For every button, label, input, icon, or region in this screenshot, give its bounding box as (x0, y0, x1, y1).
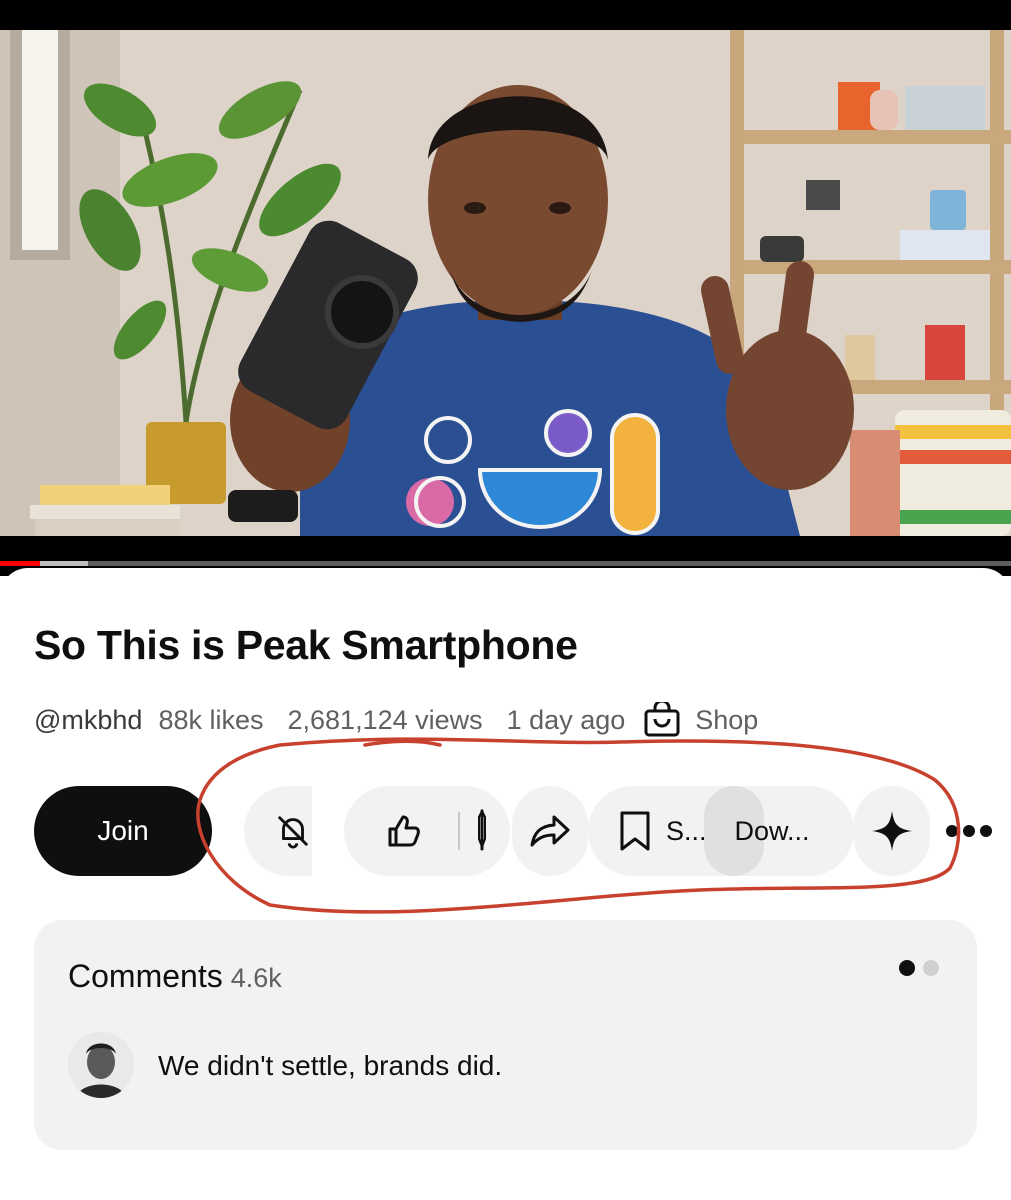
notifications-off-icon (278, 816, 308, 849)
video-title[interactable]: So This is Peak Smartphone (34, 622, 578, 669)
more-icon (946, 825, 992, 837)
thumbs-up-icon[interactable] (384, 811, 424, 851)
page-dot-active (899, 960, 915, 976)
like-divider (458, 812, 460, 850)
comments-pager-dots (899, 960, 939, 976)
top-comment-text: We didn't settle, brands did. (158, 1050, 503, 1081)
likes-count: 88k likes (158, 704, 264, 735)
video-meta-row: @mkbhd 88k likes 2,681,124 views 1 day a… (34, 702, 758, 738)
touch-ripple (704, 786, 764, 876)
video-progress-fill (0, 561, 41, 566)
shopping-bag-icon[interactable] (643, 702, 681, 738)
video-player[interactable] (0, 30, 1011, 536)
join-button[interactable]: Join (34, 786, 212, 876)
video-details-sheet: So This is Peak Smartphone @mkbhd 88k li… (0, 568, 1011, 1200)
commenter-avatar-image (68, 1032, 134, 1098)
video-progress-bar[interactable] (0, 561, 1011, 566)
status-bar-strip (0, 0, 1011, 30)
comments-label: Comments (68, 958, 223, 994)
bookmark-icon[interactable] (618, 809, 652, 853)
avatar[interactable] (68, 1032, 134, 1098)
shop-link[interactable]: Shop (695, 705, 758, 736)
like-dislike-group (344, 786, 510, 876)
channel-handle[interactable]: @mkbhd (34, 705, 142, 736)
sparkle-icon (872, 811, 912, 851)
more-actions-button[interactable] (944, 786, 994, 876)
ask-ai-button[interactable] (854, 786, 930, 876)
page-dot-inactive (923, 960, 939, 976)
share-button[interactable] (512, 786, 588, 876)
upload-age: 1 day ago (506, 704, 626, 735)
save-button[interactable]: S... (666, 816, 707, 847)
save-download-group: S... Dow... (588, 786, 854, 876)
comments-count: 4.6k (230, 963, 282, 993)
share-icon (530, 815, 570, 847)
comments-heading: Comments 4.6k (68, 958, 282, 995)
notifications-button[interactable] (244, 786, 312, 876)
comments-card[interactable]: Comments 4.6k We didn't settle, brands di… (34, 920, 977, 1150)
view-count: 2,681,124 views (287, 704, 483, 735)
thumbs-down-icon[interactable] (474, 809, 490, 853)
video-frame (0, 30, 1011, 536)
